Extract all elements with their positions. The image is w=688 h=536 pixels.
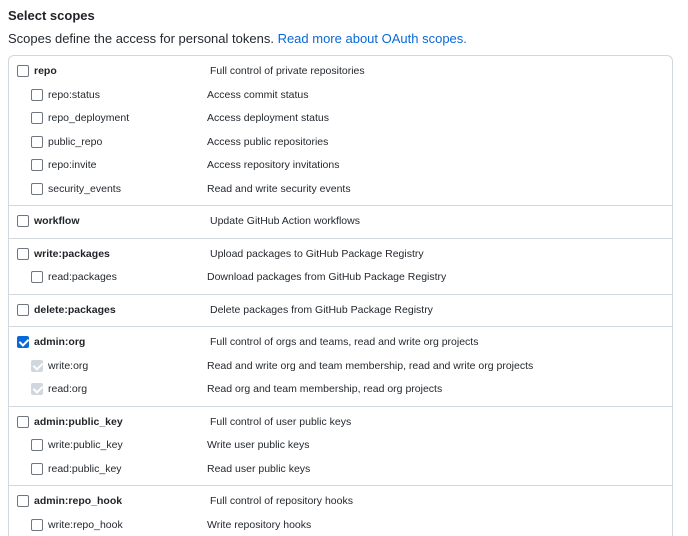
scope-row-child[interactable]: write:public_key Write user public keys (9, 434, 672, 458)
section-title: Select scopes (8, 8, 95, 23)
scope-name[interactable]: workflow (34, 215, 80, 228)
scope-description: Write repository hooks (207, 518, 312, 531)
scope-row-child: write:org Read and write org and team mem… (9, 355, 672, 379)
checkbox-disabled-checked-icon (31, 359, 43, 372)
scope-description: Download packages from GitHub Package Re… (207, 271, 447, 283)
scope-description: Access repository invitations (207, 159, 340, 171)
scope-name[interactable]: public_repo (48, 136, 102, 149)
scope-description: Write user public keys (207, 439, 310, 451)
checkbox-icon[interactable] (17, 495, 29, 507)
scope-description: Read org and team membership, read org p… (207, 383, 443, 395)
scope-name[interactable]: read:packages (48, 271, 117, 284)
checkbox-icon[interactable] (17, 215, 29, 227)
scope-description: Upload packages to GitHub Package Regist… (210, 247, 424, 260)
scope-name[interactable]: admin:repo_hook (34, 495, 122, 508)
checkbox-icon[interactable] (17, 415, 29, 428)
scope-row-child[interactable]: read:public_key Read user public keys (9, 458, 672, 482)
scope-name[interactable]: write:public_key (48, 439, 123, 452)
scope-row-child[interactable]: read:packages Download packages from GitH… (9, 266, 672, 290)
scope-name[interactable]: delete:packages (34, 304, 116, 317)
section-description: Scopes define the access for personal to… (8, 31, 467, 46)
scope-row-admin-public-key[interactable]: admin:public_key Full control of user pub… (9, 411, 672, 435)
scope-group-admin-public-key: admin:public_key Full control of user pub… (9, 407, 672, 486)
scope-row-child[interactable]: repo_deployment Access deployment status (9, 107, 672, 131)
checkbox-icon[interactable] (17, 65, 29, 77)
scope-description: Full control of user public keys (210, 415, 352, 428)
scope-name[interactable]: security_events (48, 183, 121, 196)
checkbox-icon[interactable] (31, 518, 43, 531)
scope-name: write:org (48, 359, 89, 372)
checkbox-icon[interactable] (17, 247, 29, 260)
checkbox-icon[interactable] (17, 303, 29, 316)
scope-name[interactable]: repo:invite (48, 159, 96, 172)
scope-row-child[interactable]: write:repo_hook Write repository hooks (9, 514, 672, 536)
scope-description: Read user public keys (207, 462, 311, 475)
scope-row-write-packages[interactable]: write:packages Upload packages to GitHub … (9, 243, 672, 267)
scope-name: read:org (48, 383, 88, 395)
scope-group-delete-packages: delete:packages Delete packages from GitH… (9, 295, 672, 327)
scopes-list: repo Full control of private repositories… (8, 55, 673, 536)
scope-description: Access commit status (207, 88, 309, 101)
scope-row-repo[interactable]: repo Full control of private repositories (9, 60, 672, 84)
checkbox-icon[interactable] (31, 439, 43, 451)
checkbox-icon[interactable] (31, 112, 43, 124)
scope-row-child[interactable]: repo:invite Access repository invitations (9, 154, 672, 178)
scope-group-write-packages: write:packages Upload packages to GitHub … (9, 239, 672, 295)
checkbox-icon[interactable] (31, 135, 43, 148)
scope-group-workflow: workflow Update GitHub Action workflows (9, 206, 672, 239)
scope-description: Read and write org and team membership, … (207, 359, 534, 372)
scope-description: Full control of orgs and teams, read and… (210, 336, 479, 348)
scope-name[interactable]: admin:public_key (34, 416, 123, 429)
checkbox-icon[interactable] (31, 182, 43, 195)
scope-row-delete-packages[interactable]: delete:packages Delete packages from GitH… (9, 299, 672, 323)
scope-row-child[interactable]: repo:status Access commit status (9, 84, 672, 108)
checkbox-icon[interactable] (31, 271, 43, 283)
scope-description: Read and write security events (207, 182, 351, 195)
oauth-scopes-link[interactable]: Read more about OAuth scopes. (278, 31, 467, 46)
scope-description: Update GitHub Action workflows (210, 215, 360, 227)
scope-name[interactable]: read:public_key (48, 463, 122, 476)
scope-name[interactable]: admin:org (34, 336, 85, 349)
scope-description: Full control of repository hooks (210, 495, 353, 507)
scope-description: Delete packages from GitHub Package Regi… (210, 303, 433, 316)
scope-row-child[interactable]: security_events Read and write security e… (9, 178, 672, 202)
checkbox-icon[interactable] (31, 462, 43, 475)
scope-description: Full control of private repositories (210, 65, 365, 77)
scope-row-admin-repo-hook[interactable]: admin:repo_hook Full control of repositor… (9, 490, 672, 514)
scope-group-admin-repo-hook: admin:repo_hook Full control of repositor… (9, 486, 672, 536)
scope-group-admin-org: admin:org Full control of orgs and teams,… (9, 327, 672, 407)
scope-name[interactable]: repo (34, 65, 57, 78)
checkbox-checked-icon[interactable] (17, 336, 29, 348)
checkbox-icon[interactable] (31, 159, 43, 171)
checkbox-disabled-checked-icon (31, 383, 43, 395)
description-text: Scopes define the access for personal to… (8, 31, 274, 46)
scope-row-workflow[interactable]: workflow Update GitHub Action workflows (9, 210, 672, 234)
scope-name[interactable]: write:packages (34, 248, 110, 261)
scope-name[interactable]: repo:status (48, 89, 100, 102)
scope-name[interactable]: repo_deployment (48, 112, 129, 125)
scope-description: Access public repositories (207, 135, 329, 148)
scope-name[interactable]: write:repo_hook (48, 519, 123, 532)
scope-row-child[interactable]: public_repo Access public repositories (9, 131, 672, 155)
scope-description: Access deployment status (207, 112, 329, 124)
scope-row-admin-org[interactable]: admin:org Full control of orgs and teams,… (9, 331, 672, 355)
scope-row-child: read:org Read org and team membership, re… (9, 378, 672, 402)
checkbox-icon[interactable] (31, 88, 43, 101)
scope-group-repo: repo Full control of private repositories… (9, 56, 672, 206)
